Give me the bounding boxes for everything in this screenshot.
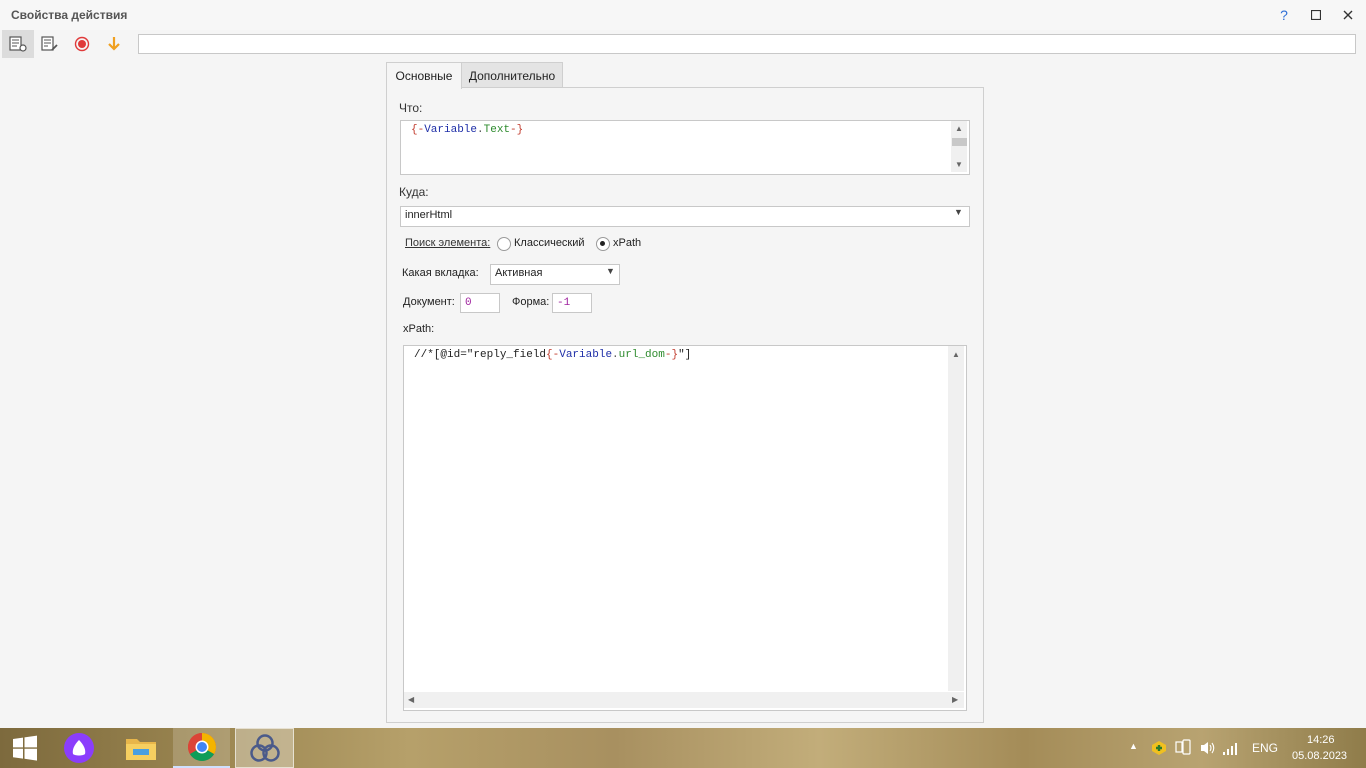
- which-tab-label: Какая вкладка:: [402, 267, 479, 279]
- zennoposter-button[interactable]: [235, 728, 294, 768]
- record-button[interactable]: [66, 30, 98, 58]
- windows-start-icon: [13, 735, 37, 761]
- alice-button[interactable]: [50, 728, 107, 768]
- xpath-horizontal-scrollbar[interactable]: ◀ ▶: [404, 692, 964, 708]
- zennoposter-icon: [249, 734, 280, 762]
- chevron-down-icon[interactable]: ▼: [954, 207, 963, 217]
- scroll-down-icon[interactable]: ▼: [955, 160, 963, 169]
- xpath-suffix: "]: [678, 349, 692, 361]
- title-bar: [0, 0, 1366, 30]
- clock-date[interactable]: 05.08.2023: [1292, 750, 1347, 762]
- chrome-icon: [187, 733, 216, 761]
- toolbar-input[interactable]: [138, 34, 1356, 54]
- help-button[interactable]: ?: [1270, 4, 1298, 26]
- which-tab-value: Активная: [495, 267, 543, 279]
- code-brace-open: {-: [411, 124, 425, 136]
- code-dot: .: [477, 124, 484, 136]
- close-icon: [1343, 10, 1353, 20]
- code-variable: Variable: [559, 349, 613, 361]
- what-value: {-Variable.Text-}: [411, 124, 523, 136]
- scroll-right-icon[interactable]: ▶: [952, 695, 958, 704]
- phone-link-icon[interactable]: [1175, 739, 1191, 758]
- scroll-left-icon[interactable]: ◀: [408, 695, 414, 704]
- xpath-prefix: //*[@id="reply_field: [414, 349, 547, 361]
- file-explorer-button[interactable]: [112, 728, 169, 768]
- chevron-down-icon[interactable]: ▼: [606, 266, 615, 276]
- scroll-up-icon[interactable]: ▲: [952, 350, 960, 359]
- search-element-link[interactable]: Поиск элемента:: [405, 237, 490, 249]
- tab-main[interactable]: Основные: [386, 62, 462, 89]
- properties-icon: [9, 36, 27, 52]
- show-hidden-icons-icon[interactable]: ▲: [1129, 741, 1138, 751]
- record-icon: [74, 36, 90, 52]
- xpath-editor[interactable]: [403, 345, 967, 711]
- alice-icon: [63, 733, 94, 763]
- code-variable-name: url_dom: [618, 349, 665, 361]
- code-brace-open: {-: [546, 349, 560, 361]
- what-label: Что:: [399, 101, 423, 115]
- code-brace-close: -}: [510, 124, 524, 136]
- what-scrollbar[interactable]: ▲ ▼: [951, 121, 967, 172]
- radio-xpath-label[interactable]: xPath: [613, 237, 641, 249]
- window-title: Свойства действия: [11, 8, 128, 22]
- language-indicator[interactable]: ENG: [1252, 741, 1278, 755]
- xpath-value: //*[@id="reply_field{-Variable.url_dom-}…: [414, 349, 691, 361]
- volume-icon[interactable]: [1200, 740, 1216, 759]
- download-arrow-icon: [108, 37, 120, 51]
- chrome-button[interactable]: [173, 728, 230, 768]
- code-brace-close: -}: [664, 349, 679, 361]
- edit-list-icon: [41, 36, 58, 51]
- code-variable-name: Text: [483, 124, 511, 136]
- maximize-button[interactable]: [1302, 4, 1330, 26]
- where-label: Куда:: [399, 185, 429, 199]
- tab-additional[interactable]: Дополнительно: [461, 62, 563, 88]
- file-explorer-icon: [125, 739, 156, 760]
- document-value: 0: [465, 297, 472, 309]
- properties-button[interactable]: [2, 30, 34, 58]
- maximize-icon: [1311, 10, 1321, 20]
- edit-list-button[interactable]: [34, 30, 66, 58]
- xpath-vertical-scrollbar[interactable]: ▲: [948, 346, 964, 691]
- security-tray-icon[interactable]: [1150, 740, 1168, 759]
- network-signal-icon[interactable]: [1222, 740, 1240, 759]
- where-dropdown[interactable]: [400, 206, 970, 227]
- document-label: Документ:: [403, 296, 455, 308]
- clock-time[interactable]: 14:26: [1307, 734, 1335, 746]
- code-dot: .: [612, 349, 619, 361]
- scroll-up-icon[interactable]: ▲: [955, 124, 963, 133]
- start-button[interactable]: [0, 728, 50, 768]
- code-variable: Variable: [424, 124, 478, 136]
- radio-selected-dot: [600, 241, 605, 246]
- download-button[interactable]: [98, 30, 130, 58]
- radio-classic-label[interactable]: Классический: [514, 237, 585, 249]
- what-scroll-thumb[interactable]: [952, 138, 967, 146]
- where-value: innerHtml: [405, 209, 453, 221]
- radio-classic[interactable]: [497, 237, 511, 251]
- xpath-label: xPath:: [403, 323, 435, 335]
- form-value: -1: [557, 297, 571, 309]
- form-label: Форма:: [512, 296, 550, 308]
- close-button[interactable]: [1334, 4, 1362, 26]
